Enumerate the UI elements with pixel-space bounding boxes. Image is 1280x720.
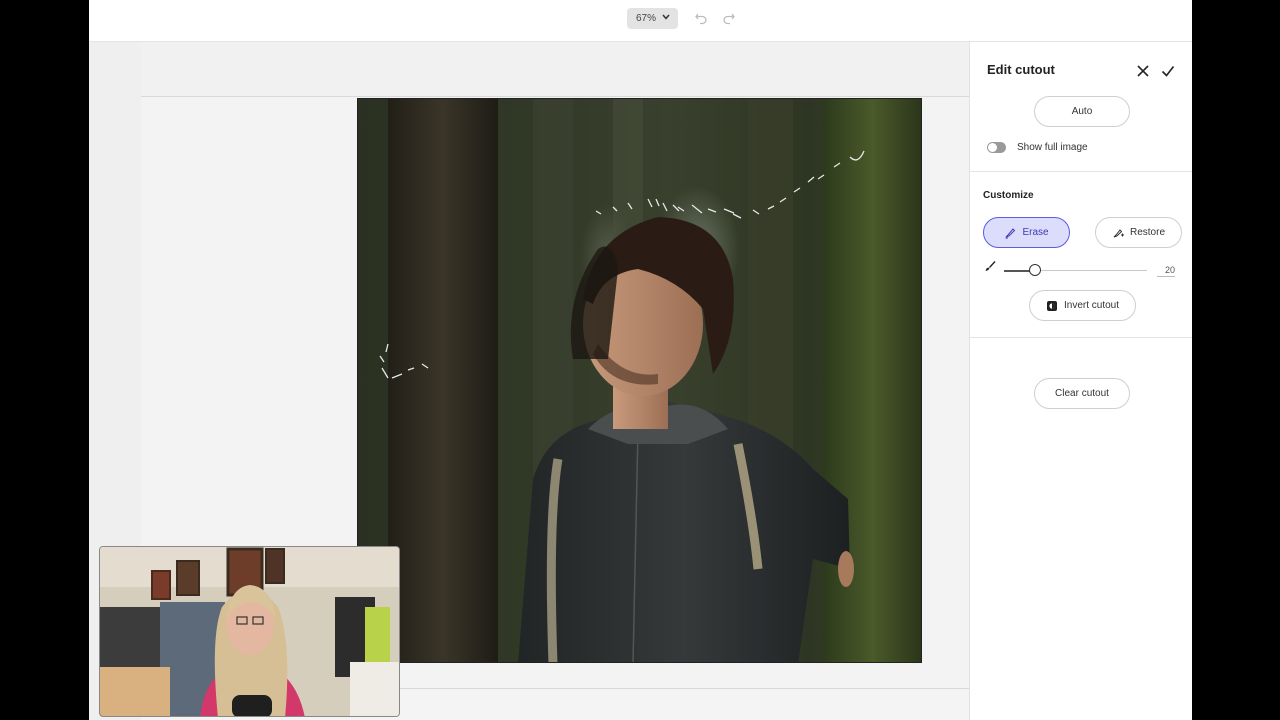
show-full-image-row: Show full image xyxy=(987,142,1088,153)
redo-icon[interactable] xyxy=(722,11,736,25)
auto-button[interactable]: Auto xyxy=(1034,96,1130,127)
invert-icon xyxy=(1046,300,1057,311)
restore-brush-icon xyxy=(1113,228,1124,237)
erase-button[interactable]: Erase xyxy=(983,217,1070,248)
brush-icon xyxy=(985,261,996,271)
zoom-dropdown[interactable]: 67% xyxy=(627,8,678,29)
chevron-down-icon xyxy=(662,14,670,20)
invert-cutout-label: Invert cutout xyxy=(1063,300,1120,311)
section-divider xyxy=(970,337,1192,338)
close-icon[interactable] xyxy=(1135,63,1151,79)
checkmark-icon[interactable] xyxy=(1160,63,1176,79)
invert-cutout-button[interactable]: Invert cutout xyxy=(1029,290,1136,321)
show-full-image-label: Show full image xyxy=(1017,142,1088,153)
auto-button-label: Auto xyxy=(1071,106,1093,117)
restore-button-label: Restore xyxy=(1129,227,1165,238)
clear-cutout-label: Clear cutout xyxy=(1055,388,1109,399)
undo-icon[interactable] xyxy=(694,11,708,25)
restore-button[interactable]: Restore xyxy=(1095,217,1182,248)
erase-button-label: Erase xyxy=(1022,227,1049,238)
cutout-image-canvas[interactable] xyxy=(357,98,922,663)
canvas-top-band xyxy=(141,42,969,97)
presenter-video-illustration xyxy=(100,547,399,716)
edit-cutout-panel: Edit cutout Auto Show full image Customi… xyxy=(969,42,1192,720)
panel-title: Edit cutout xyxy=(987,62,1055,77)
forest-portrait-illustration xyxy=(379,99,921,662)
customize-heading: Customize xyxy=(983,190,1034,201)
brush-size-value[interactable]: 20 xyxy=(1157,265,1175,277)
section-divider xyxy=(970,171,1192,172)
show-full-image-toggle[interactable] xyxy=(987,142,1006,153)
presenter-webcam-overlay xyxy=(99,546,400,717)
zoom-value: 67% xyxy=(636,13,657,24)
eraser-brush-icon xyxy=(1005,227,1016,238)
top-toolbar: 67% xyxy=(89,0,1192,42)
brush-size-slider-thumb[interactable] xyxy=(1029,264,1041,276)
clear-cutout-button[interactable]: Clear cutout xyxy=(1034,378,1130,409)
